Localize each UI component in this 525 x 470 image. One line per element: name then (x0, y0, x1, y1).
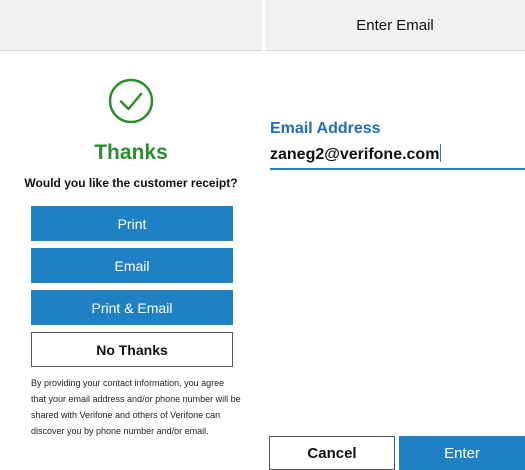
check-circle-icon (108, 78, 154, 124)
text-cursor (440, 144, 442, 162)
enter-button[interactable]: Enter (399, 436, 525, 470)
cancel-button[interactable]: Cancel (269, 436, 395, 470)
print-and-email-button[interactable]: Print & Email (31, 290, 233, 325)
no-thanks-button[interactable]: No Thanks (31, 332, 233, 367)
privacy-disclaimer: By providing your contact information, y… (31, 378, 241, 436)
email-topbar: Enter Email (265, 0, 525, 51)
email-address-input[interactable]: zaneg2@verifone.com (270, 144, 525, 170)
email-address-value: zaneg2@verifone.com (270, 146, 440, 163)
receipt-topbar (0, 0, 262, 51)
email-topbar-title: Enter Email (356, 16, 434, 34)
enter-email-screen: Enter Email Email Address zaneg2@verifon… (265, 0, 525, 470)
receipt-question: Would you like the customer receipt? (24, 176, 238, 190)
receipt-screen: Thanks Would you like the customer recei… (0, 0, 262, 470)
print-button[interactable]: Print (31, 206, 233, 241)
email-address-label: Email Address (270, 120, 381, 137)
email-button[interactable]: Email (31, 248, 233, 283)
thanks-heading: Thanks (94, 141, 168, 164)
